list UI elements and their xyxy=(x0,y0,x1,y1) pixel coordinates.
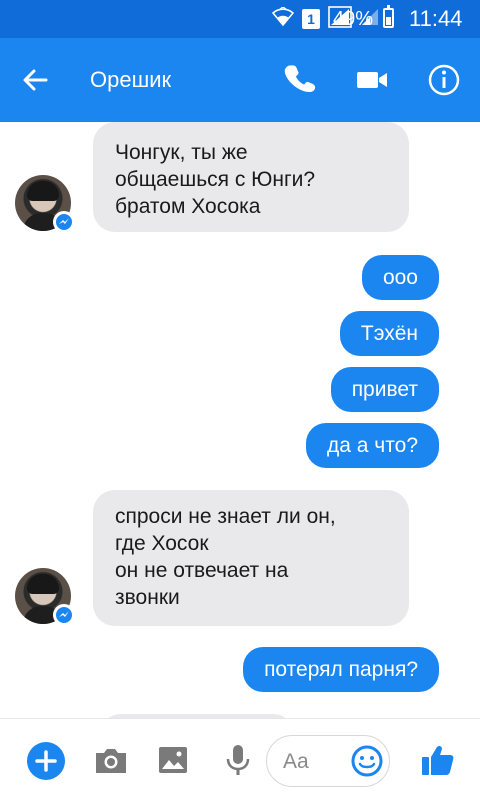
message-bubble-outgoing[interactable]: привет xyxy=(330,367,439,412)
message-text: ооо xyxy=(382,266,418,289)
messenger-badge-icon xyxy=(53,604,75,626)
message-text: потерял парня? xyxy=(264,658,418,681)
like-button[interactable] xyxy=(420,742,456,778)
wifi-icon xyxy=(271,5,295,32)
camera-icon xyxy=(96,749,126,773)
plus-icon xyxy=(35,750,57,772)
info-button[interactable] xyxy=(424,60,464,100)
more-actions-button[interactable] xyxy=(27,742,65,780)
video-camera-icon xyxy=(357,72,387,88)
message-input-placeholder: Aa xyxy=(283,750,309,773)
message-text: привет xyxy=(351,378,418,401)
status-bar: 1 49% 11:44 xyxy=(0,0,480,38)
message-text: Тэхён xyxy=(360,322,418,345)
back-arrow-icon xyxy=(23,69,48,91)
battery-percent: 49% xyxy=(333,8,374,30)
message-text: спроси не знает ли он, где Хосок он не о… xyxy=(115,505,336,609)
voice-call-button[interactable] xyxy=(280,60,320,100)
composer-bar: Aa xyxy=(0,718,480,800)
message-bubble-outgoing[interactable]: Тэхён xyxy=(339,311,439,356)
clock: 11:44 xyxy=(409,6,463,31)
info-icon xyxy=(428,64,460,96)
message-bubble-outgoing[interactable]: потерял парня? xyxy=(243,647,439,692)
contact-name[interactable]: Орешик xyxy=(90,66,171,94)
conversation-header: Орешик xyxy=(0,38,480,122)
mic-icon xyxy=(226,745,250,775)
sim-icon: 1 xyxy=(302,9,320,29)
video-call-button[interactable] xyxy=(352,60,392,100)
message-text: Чонгук, ты же общаешься с Юнги? братом Х… xyxy=(115,141,316,218)
message-text: да а что? xyxy=(327,434,418,457)
message-list[interactable]: Чонгук, ты же общаешься с Юнги? братом Х… xyxy=(0,122,480,718)
back-button[interactable] xyxy=(16,60,56,100)
thumbs-up-icon xyxy=(422,745,454,775)
voice-message-button[interactable] xyxy=(220,742,256,778)
phone-icon xyxy=(284,65,316,93)
message-bubble-outgoing[interactable]: ооо xyxy=(361,255,439,300)
camera-button[interactable] xyxy=(93,743,129,779)
messenger-badge-icon xyxy=(53,211,75,233)
message-bubble-outgoing[interactable]: да а что? xyxy=(306,423,439,468)
message-bubble-incoming[interactable]: Чонгук, ты же общаешься с Юнги? братом Х… xyxy=(93,122,409,232)
battery-icon xyxy=(383,5,394,28)
contact-avatar[interactable] xyxy=(15,568,75,626)
contact-avatar[interactable] xyxy=(15,175,75,233)
emoji-icon xyxy=(351,745,383,777)
gallery-button[interactable] xyxy=(155,742,191,778)
emoji-button[interactable] xyxy=(350,744,384,778)
message-bubble-incoming[interactable]: спроси не знает ли он, где Хосок он не о… xyxy=(93,490,409,626)
gallery-icon xyxy=(159,747,187,773)
